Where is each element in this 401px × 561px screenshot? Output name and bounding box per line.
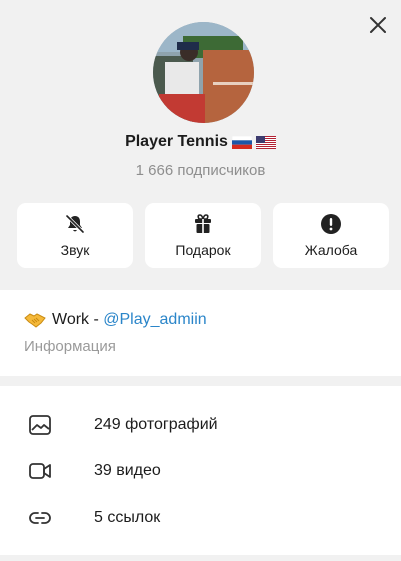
close-button[interactable]: [367, 14, 389, 36]
avatar[interactable]: [153, 22, 254, 123]
usa-flag-icon: [255, 135, 276, 149]
link-icon: [29, 512, 51, 524]
gift-icon: [195, 214, 211, 233]
video-icon: [29, 463, 51, 479]
handshake-icon: [24, 313, 46, 328]
profile-name: Player Tennis: [125, 133, 228, 150]
close-icon: [370, 17, 386, 33]
russia-flag-icon: [231, 135, 252, 149]
media-card: 249 фотографий 39 видео 5 ссылок: [0, 386, 401, 555]
exclamation-circle-icon: [321, 214, 341, 234]
photo-icon: [29, 415, 51, 435]
links-row[interactable]: 5 ссылок: [0, 496, 401, 540]
info-caption: Информация: [24, 338, 116, 355]
photos-count: 249 фотографий: [94, 416, 218, 433]
gift-button-label: Подарок: [175, 242, 231, 258]
links-count: 5 ссылок: [94, 509, 161, 526]
videos-row[interactable]: 39 видео: [0, 449, 401, 493]
action-buttons: Звук Подарок Жалоба: [17, 203, 389, 268]
mute-button-label: Звук: [60, 242, 90, 258]
info-description: Work - @Play_admiin: [24, 311, 207, 329]
bell-muted-icon: [65, 214, 85, 234]
mute-button[interactable]: Звук: [17, 203, 133, 268]
report-button[interactable]: Жалоба: [273, 203, 389, 268]
report-button-label: Жалоба: [304, 242, 358, 258]
profile-name-row: Player Tennis: [0, 133, 401, 151]
profile-header: Player Tennis 1 666 подписчиков Звук Под…: [0, 0, 401, 288]
subscriber-count: 1 666 подписчиков: [135, 162, 266, 179]
gift-button[interactable]: Подарок: [145, 203, 261, 268]
info-card: Work - @Play_admiin Информация: [0, 290, 401, 376]
info-prefix: Work -: [52, 311, 104, 328]
photos-row[interactable]: 249 фотографий: [0, 403, 401, 447]
videos-count: 39 видео: [94, 462, 161, 479]
admin-username-link[interactable]: @Play_admiin: [103, 311, 206, 329]
avatar-image: [153, 22, 254, 123]
